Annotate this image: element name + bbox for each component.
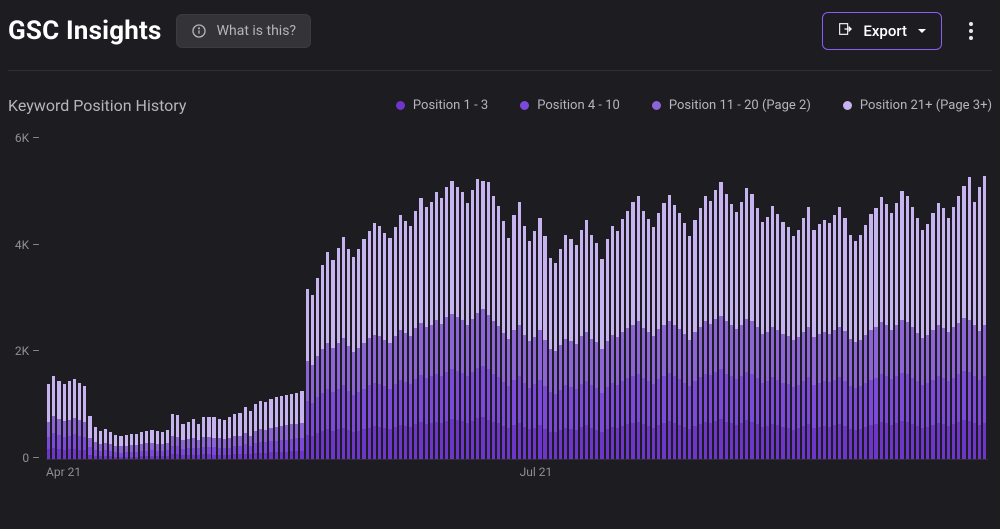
x-axis-tick: Jul 21 [520, 465, 553, 479]
legend-item[interactable]: Position 1 - 3 [396, 98, 488, 113]
legend-dot-icon [843, 101, 852, 110]
export-label: Export [863, 22, 907, 40]
what-is-this-button[interactable]: What is this? [176, 14, 311, 48]
legend-label: Position 4 - 10 [537, 98, 620, 113]
legend: Position 1 - 3 Position 4 - 10 Position 11… [396, 98, 992, 113]
y-axis-tick: 4K [8, 238, 40, 252]
legend-label: Position 11 - 20 (Page 2) [669, 98, 811, 113]
legend-label: Position 21+ (Page 3+) [860, 98, 992, 113]
chart-title: Keyword Position History [8, 96, 186, 115]
x-axis-tick: Apr 21 [46, 465, 81, 479]
page-title: GSC Insights [8, 16, 162, 46]
legend-dot-icon [396, 101, 405, 110]
y-axis-tick: 0 [8, 451, 40, 465]
export-icon [837, 21, 853, 41]
y-axis-tick: 6K [8, 131, 40, 145]
legend-item[interactable]: Position 4 - 10 [520, 98, 620, 113]
legend-label: Position 1 - 3 [413, 98, 488, 113]
legend-item[interactable]: Position 11 - 20 (Page 2) [652, 98, 811, 113]
legend-dot-icon [520, 101, 529, 110]
more-menu-button[interactable] [952, 12, 990, 50]
what-is-this-label: What is this? [217, 23, 296, 39]
caret-down-icon [917, 22, 927, 40]
legend-dot-icon [652, 101, 661, 110]
y-axis-tick: 2K [8, 344, 40, 358]
info-icon [191, 23, 207, 39]
legend-item[interactable]: Position 21+ (Page 3+) [843, 98, 992, 113]
export-button[interactable]: Export [822, 12, 942, 50]
bar [982, 176, 987, 459]
